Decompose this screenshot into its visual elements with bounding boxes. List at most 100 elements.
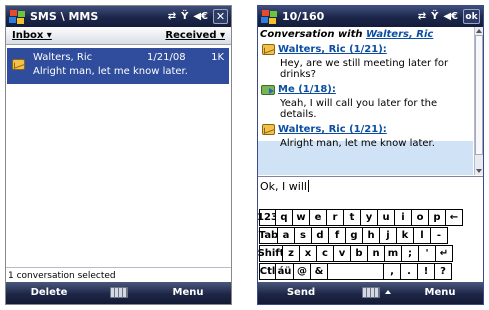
message-preview: Alright man, let me know later. bbox=[33, 66, 188, 77]
inbox-screen: SMS \ MMS ⇄ Ÿ ◀€ ✕ Inbox ▾ Received ▾ Wa… bbox=[5, 5, 232, 305]
keyboard-key[interactable]: x bbox=[299, 245, 317, 262]
keyboard-key[interactable]: d bbox=[311, 227, 329, 244]
close-icon[interactable]: ✕ bbox=[213, 9, 228, 24]
keyboard-key[interactable]: Tab bbox=[259, 227, 278, 244]
inbox-folder-dropdown[interactable]: Inbox ▾ bbox=[12, 30, 52, 41]
keyboard-key[interactable]: k bbox=[396, 227, 414, 244]
envelope-icon bbox=[262, 44, 275, 55]
keyboard-key[interactable]: z bbox=[282, 245, 300, 262]
keyboard-key-space[interactable] bbox=[327, 263, 384, 280]
keyboard-key[interactable]: n bbox=[367, 245, 385, 262]
message-sender-link[interactable]: Me (1/18): bbox=[278, 84, 336, 95]
keyboard-icon[interactable] bbox=[109, 287, 128, 298]
keyboard-key[interactable]: & bbox=[310, 263, 328, 280]
scroll-down-icon[interactable] bbox=[476, 169, 482, 173]
keyboard-key[interactable]: ' bbox=[418, 245, 436, 262]
keyboard-key[interactable]: p bbox=[428, 209, 446, 226]
keyboard-key[interactable]: ! bbox=[417, 263, 435, 280]
envelope-icon bbox=[12, 59, 25, 70]
keyboard-key[interactable]: o bbox=[411, 209, 429, 226]
message-sender-link[interactable]: Walters, Ric (1/21): bbox=[278, 44, 387, 55]
text-cursor bbox=[307, 180, 309, 192]
message-text: Alright man, let me know later. bbox=[280, 138, 435, 149]
keyboard-key[interactable]: t bbox=[343, 209, 361, 226]
keyboard-key[interactable]: @ bbox=[293, 263, 311, 280]
scroll-up-icon[interactable] bbox=[476, 29, 482, 33]
ok-button[interactable]: ok bbox=[463, 9, 480, 24]
keyboard-key[interactable]: Ctl bbox=[259, 263, 276, 280]
keyboard-key[interactable]: ↵ bbox=[435, 245, 453, 262]
keyboard-key[interactable]: u bbox=[377, 209, 395, 226]
menu-softkey[interactable]: Menu bbox=[397, 282, 483, 304]
menu-softkey[interactable]: Menu bbox=[145, 282, 231, 304]
keyboard-key[interactable]: b bbox=[350, 245, 368, 262]
windows-logo-icon[interactable] bbox=[9, 9, 26, 24]
message-date: 1/21/08 bbox=[147, 52, 186, 63]
character-counter: 10/160 bbox=[282, 10, 325, 23]
keyboard-key[interactable]: q bbox=[275, 209, 293, 226]
keyboard-row: Ctl áü @ &,.!? bbox=[259, 263, 452, 281]
keyboard-key[interactable]: - bbox=[430, 227, 448, 244]
scrollbar[interactable] bbox=[474, 27, 483, 175]
keyboard-key[interactable]: a bbox=[277, 227, 295, 244]
scroll-thumb[interactable] bbox=[475, 35, 483, 155]
keyboard-key[interactable]: g bbox=[345, 227, 363, 244]
message-text: drinks? bbox=[280, 69, 316, 80]
message-list-item[interactable]: Walters, Ric 1/21/08 1K Alright man, let… bbox=[7, 48, 229, 84]
message-text: Hey, are we still meeting later for bbox=[280, 58, 449, 69]
keyboard-key[interactable]: ← bbox=[445, 209, 463, 226]
message-input-text: Ok, I will bbox=[260, 180, 307, 193]
message-sender: Walters, Ric bbox=[33, 52, 93, 63]
keyboard-key[interactable]: f bbox=[328, 227, 346, 244]
keyboard-key[interactable]: v bbox=[333, 245, 351, 262]
message-text: details. bbox=[280, 109, 317, 120]
delete-softkey[interactable]: Delete bbox=[6, 282, 92, 304]
keyboard-key[interactable]: ? bbox=[434, 263, 452, 280]
keyboard-key[interactable]: . bbox=[400, 263, 418, 280]
on-screen-keyboard: 123 q w e r t y u i o p ← Tab a s d f g h j k l - Shift z x c v b n… bbox=[258, 209, 483, 284]
keyboard-key[interactable]: r bbox=[326, 209, 344, 226]
volume-icon[interactable]: ◀€ bbox=[193, 11, 208, 22]
windows-logo-icon[interactable] bbox=[261, 9, 278, 24]
keyboard-key[interactable]: 123 bbox=[258, 209, 278, 226]
keyboard-key[interactable]: h bbox=[362, 227, 380, 244]
keyboard-key[interactable]: áü bbox=[275, 263, 294, 280]
title-bar: 10/160 ⇄ Ÿ ◀€ ok bbox=[258, 6, 483, 27]
keyboard-key[interactable]: c bbox=[316, 245, 334, 262]
envelope-icon bbox=[262, 124, 275, 135]
keyboard-icon[interactable] bbox=[361, 287, 380, 298]
sort-dropdown[interactable]: Received ▾ bbox=[165, 30, 225, 41]
keyboard-key[interactable]: e bbox=[309, 209, 327, 226]
keyboard-key[interactable]: l bbox=[413, 227, 431, 244]
volume-icon[interactable]: ◀€ bbox=[443, 11, 458, 22]
message-size: 1K bbox=[211, 52, 224, 63]
conversation-header: Conversation with Walters, Ric bbox=[260, 29, 433, 40]
send-softkey[interactable]: Send bbox=[258, 282, 344, 304]
input-method-caret-icon[interactable] bbox=[384, 290, 391, 294]
softkey-bar: Delete Menu bbox=[6, 282, 231, 304]
contact-name-link[interactable]: Walters, Ric bbox=[366, 29, 433, 40]
keyboard-key[interactable]: m bbox=[384, 245, 402, 262]
keyboard-key[interactable]: i bbox=[394, 209, 412, 226]
keyboard-row: Shift z x c v b n m; ' ↵ bbox=[258, 245, 453, 263]
keyboard-key[interactable]: s bbox=[294, 227, 312, 244]
keyboard-key[interactable]: , bbox=[383, 263, 401, 280]
connectivity-arrows-icon[interactable]: ⇄ bbox=[168, 11, 176, 22]
connectivity-arrows-icon[interactable]: ⇄ bbox=[418, 11, 426, 22]
title-bar: SMS \ MMS ⇄ Ÿ ◀€ ✕ bbox=[6, 6, 231, 27]
keyboard-key[interactable]: y bbox=[360, 209, 378, 226]
keyboard-key[interactable]: ; bbox=[401, 245, 419, 262]
keyboard-key[interactable]: w bbox=[292, 209, 310, 226]
message-sender-link[interactable]: Walters, Ric (1/21): bbox=[278, 124, 387, 135]
conversation-thread: Conversation with Walters, Ric Walters, … bbox=[258, 27, 473, 175]
keyboard-row: 123 q w e r t y u i o p ← bbox=[258, 209, 463, 227]
signal-icon[interactable]: Ÿ bbox=[431, 11, 438, 22]
conversation-header-label: Conversation with bbox=[260, 29, 363, 40]
signal-icon[interactable]: Ÿ bbox=[181, 11, 188, 22]
softkey-bar: Send Menu bbox=[258, 282, 483, 304]
message-input[interactable]: Ok, I will bbox=[258, 176, 483, 208]
app-title: SMS \ MMS bbox=[30, 10, 99, 23]
keyboard-key[interactable]: j bbox=[379, 227, 397, 244]
sent-message-icon bbox=[261, 85, 275, 95]
keyboard-key[interactable]: Shift bbox=[258, 245, 284, 262]
